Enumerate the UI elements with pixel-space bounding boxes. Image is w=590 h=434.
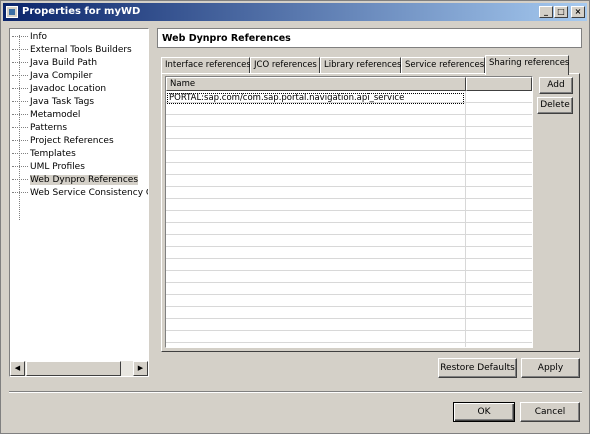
table-empty-row xyxy=(166,344,532,347)
restore-defaults-button[interactable]: Restore Defaults xyxy=(438,358,517,378)
table-empty-row xyxy=(166,176,532,187)
table-empty-row xyxy=(166,152,532,163)
table-empty-row xyxy=(166,188,532,199)
properties-dialog: Properties for myWD _ □ × Info External … xyxy=(0,0,590,434)
tree-item-javadoc-location[interactable]: Javadoc Location xyxy=(12,83,106,96)
table-row[interactable]: PORTAL:sap.com/com.sap.portal.navigation… xyxy=(167,93,464,104)
column-header-blank[interactable] xyxy=(466,77,532,91)
table-empty-row xyxy=(166,272,532,283)
footer-separator xyxy=(9,391,582,393)
scroll-right-icon[interactable]: ▶ xyxy=(133,361,148,376)
table-empty-row xyxy=(166,104,532,115)
table-empty-row xyxy=(166,224,532,235)
table-empty-row xyxy=(166,332,532,343)
tree-item-java-build-path[interactable]: Java Build Path xyxy=(12,57,97,70)
tree-item-uml-profiles[interactable]: UML Profiles xyxy=(12,161,85,174)
table-empty-row xyxy=(166,140,532,151)
page-title-bar: Web Dynpro References xyxy=(157,28,582,48)
table-empty-row xyxy=(166,116,532,127)
cancel-button[interactable]: Cancel xyxy=(520,402,580,422)
table-empty-row xyxy=(166,260,532,271)
tree-item-patterns[interactable]: Patterns xyxy=(12,122,67,135)
table-empty-row xyxy=(166,284,532,295)
properties-tree: Info External Tools Builders Java Build … xyxy=(9,28,149,377)
tree-item-java-compiler[interactable]: Java Compiler xyxy=(12,70,92,83)
tree-item-metamodel[interactable]: Metamodel xyxy=(12,109,80,122)
tab-library-references[interactable]: Library references xyxy=(320,57,401,74)
table-cell-name: PORTAL:sap.com/com.sap.portal.navigation… xyxy=(169,93,405,103)
table-empty-row xyxy=(166,248,532,259)
column-header-name[interactable]: Name xyxy=(166,77,466,91)
sharing-references-table: Name PORTAL:sap.com/com.sap.portal.navig… xyxy=(165,76,533,348)
table-empty-row xyxy=(166,200,532,211)
minimize-icon[interactable]: _ xyxy=(539,6,553,18)
tree-item-web-dynpro-references[interactable]: Web Dynpro References xyxy=(12,174,139,187)
tree-item-info[interactable]: Info xyxy=(12,31,47,44)
tree-item-project-references[interactable]: Project References xyxy=(12,135,114,148)
tree-item-templates[interactable]: Templates xyxy=(12,148,76,161)
ok-button[interactable]: OK xyxy=(453,402,515,422)
scroll-thumb[interactable] xyxy=(26,361,121,376)
tab-service-references[interactable]: Service references xyxy=(401,57,485,74)
tab-jco-references[interactable]: JCO references xyxy=(250,57,320,74)
delete-button[interactable]: Delete xyxy=(537,97,573,114)
window-app-icon xyxy=(6,6,18,18)
title-bar[interactable]: Properties for myWD _ □ × xyxy=(3,3,587,21)
tree-item-web-service-consistency[interactable]: Web Service Consistency Chec xyxy=(12,187,148,200)
reference-tabs: Interface references JCO references Libr… xyxy=(161,55,581,75)
table-empty-row xyxy=(166,236,532,247)
table-empty-row xyxy=(166,320,532,331)
close-icon[interactable]: × xyxy=(571,6,585,18)
scroll-left-icon[interactable]: ◀ xyxy=(10,361,25,376)
tree-horizontal-scrollbar[interactable]: ◀ ▶ xyxy=(10,361,148,376)
maximize-icon[interactable]: □ xyxy=(554,6,568,18)
table-empty-row xyxy=(166,128,532,139)
table-empty-row xyxy=(166,296,532,307)
tree-item-java-task-tags[interactable]: Java Task Tags xyxy=(12,96,94,109)
page-title: Web Dynpro References xyxy=(162,33,291,44)
window-title: Properties for myWD xyxy=(22,6,141,17)
table-empty-row xyxy=(166,308,532,319)
add-button[interactable]: Add xyxy=(539,77,573,94)
table-empty-row xyxy=(166,212,532,223)
table-empty-row xyxy=(166,164,532,175)
tab-sharing-references[interactable]: Sharing references xyxy=(485,55,569,75)
tab-interface-references[interactable]: Interface references xyxy=(161,57,251,74)
tree-item-external-tools-builders[interactable]: External Tools Builders xyxy=(12,44,132,57)
apply-button[interactable]: Apply xyxy=(521,358,580,378)
